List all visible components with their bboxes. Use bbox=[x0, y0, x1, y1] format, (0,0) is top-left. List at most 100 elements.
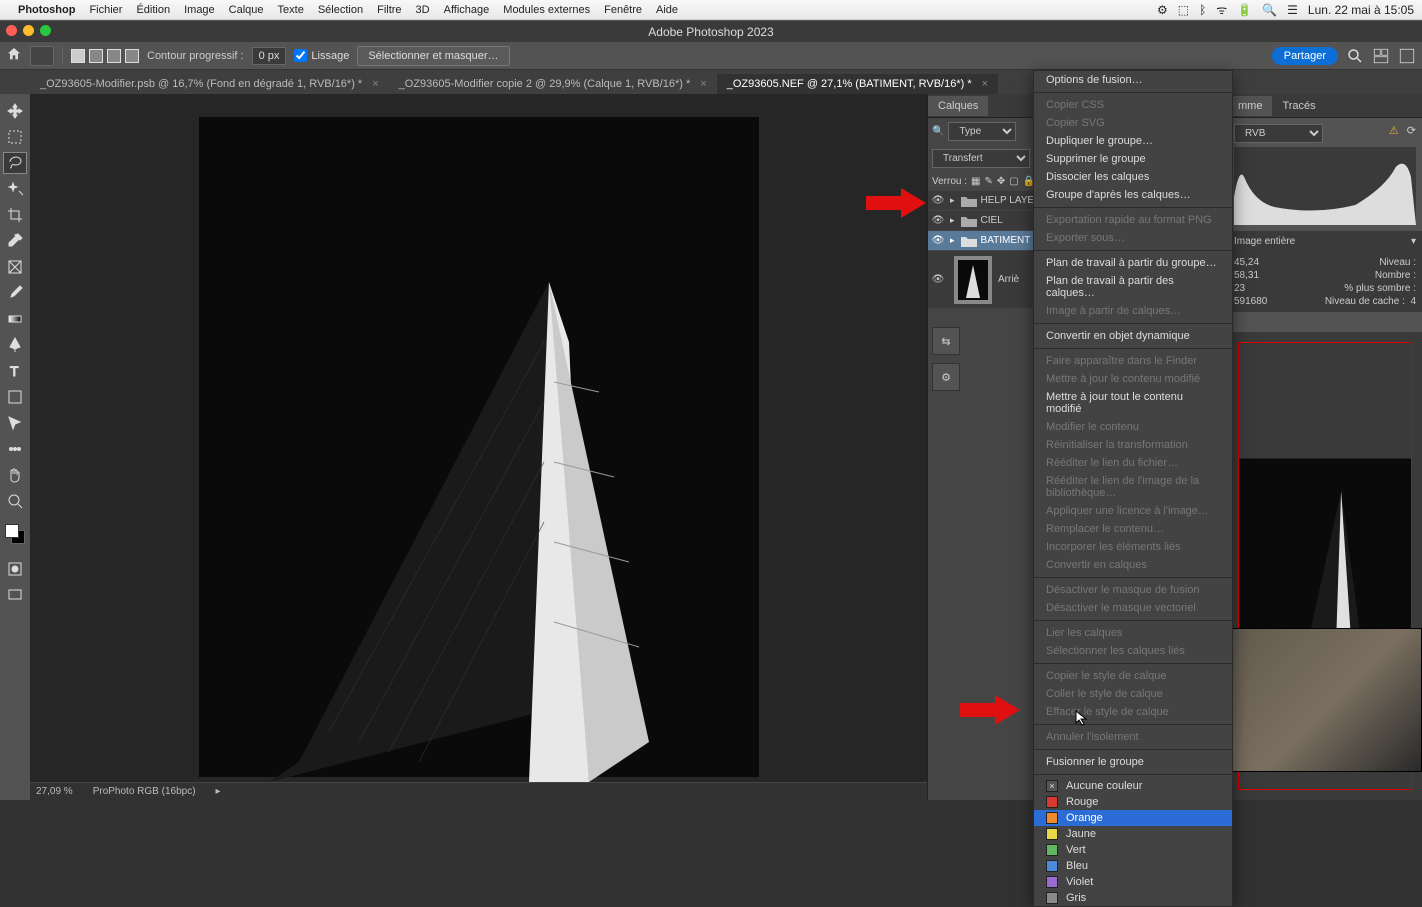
refresh-icon[interactable]: ⟳ bbox=[1407, 124, 1416, 137]
eyedropper-tool[interactable] bbox=[3, 230, 27, 252]
context-color-item[interactable]: Jaune bbox=[1034, 826, 1232, 842]
control-center-icon[interactable]: ☰ bbox=[1287, 3, 1298, 17]
tool-preset-picker[interactable] bbox=[30, 46, 54, 66]
color-profile[interactable]: ProPhoto RGB (16bpc) bbox=[93, 786, 196, 797]
status-icon[interactable]: ⚙︎ bbox=[1157, 3, 1168, 17]
select-and-mask-button[interactable]: Sélectionner et masquer… bbox=[357, 46, 509, 66]
chevron-right-icon[interactable]: ▸ bbox=[950, 195, 955, 206]
hand-tool[interactable] bbox=[3, 464, 27, 486]
document-tab[interactable]: _OZ93605-Modifier copie 2 @ 29,9% (Calqu… bbox=[389, 74, 717, 94]
type-tool[interactable]: T bbox=[3, 360, 27, 382]
context-menu-item[interactable]: Dupliquer le groupe… bbox=[1034, 132, 1232, 150]
selection-new-icon[interactable] bbox=[71, 49, 85, 63]
clock[interactable]: Lun. 22 mai à 15:05 bbox=[1308, 3, 1414, 17]
lock-artboard-icon[interactable]: ▢ bbox=[1009, 176, 1018, 187]
visibility-toggle[interactable]: 👁 bbox=[928, 215, 948, 226]
chevron-down-icon[interactable]: ▾ bbox=[1411, 235, 1416, 248]
home-icon[interactable] bbox=[6, 46, 22, 65]
close-icon[interactable]: × bbox=[700, 78, 706, 90]
fullscreen-icon[interactable] bbox=[1398, 47, 1416, 65]
canvas[interactable] bbox=[30, 94, 927, 800]
lock-position-icon[interactable]: ✥ bbox=[997, 176, 1005, 187]
move-tool[interactable] bbox=[3, 100, 27, 122]
layer-thumbnail[interactable] bbox=[954, 256, 992, 304]
context-color-item[interactable]: Orange bbox=[1034, 810, 1232, 826]
document-tab[interactable]: _OZ93605.NEF @ 27,1% (BATIMENT, RVB/16*)… bbox=[717, 74, 998, 94]
feather-input[interactable]: 0 px bbox=[252, 47, 287, 65]
adjustments-collapsed-icon[interactable]: ⚙ bbox=[932, 363, 960, 391]
layer-name[interactable]: BATIMENT bbox=[981, 235, 1031, 246]
share-button[interactable]: Partager bbox=[1272, 47, 1338, 65]
selection-subtract-icon[interactable] bbox=[107, 49, 121, 63]
marquee-tool[interactable] bbox=[3, 126, 27, 148]
app-name[interactable]: Photoshop bbox=[18, 4, 75, 16]
chevron-right-icon[interactable]: ▸ bbox=[950, 215, 955, 226]
brush-tool[interactable] bbox=[3, 282, 27, 304]
layer-name[interactable]: Arriè bbox=[998, 274, 1019, 285]
context-menu-item[interactable]: Groupe d'après les calques… bbox=[1034, 186, 1232, 204]
properties-collapsed-icon[interactable]: ⇆ bbox=[932, 327, 960, 355]
zoom-level[interactable]: 27,09 % bbox=[36, 786, 73, 797]
selection-add-icon[interactable] bbox=[89, 49, 103, 63]
lock-transparency-icon[interactable]: ▦ bbox=[971, 176, 980, 187]
menu-edit[interactable]: Édition bbox=[136, 4, 170, 16]
chevron-right-icon[interactable]: ▸ bbox=[216, 786, 221, 797]
context-color-item[interactable]: Rouge bbox=[1034, 794, 1232, 810]
menu-3d[interactable]: 3D bbox=[416, 4, 430, 16]
search-icon[interactable]: 🔍 bbox=[1262, 3, 1277, 17]
selection-intersect-icon[interactable] bbox=[125, 49, 139, 63]
menu-window[interactable]: Fenêtre bbox=[604, 4, 642, 16]
search-icon[interactable] bbox=[1346, 47, 1364, 65]
battery-icon[interactable]: 🔋 bbox=[1237, 3, 1252, 17]
wand-tool[interactable] bbox=[3, 178, 27, 200]
menu-layer[interactable]: Calque bbox=[229, 4, 264, 16]
context-menu-item[interactable]: Dissocier les calques bbox=[1034, 168, 1232, 186]
color-swatches[interactable] bbox=[5, 524, 25, 544]
visibility-toggle[interactable]: 👁 bbox=[928, 235, 948, 246]
lasso-tool[interactable] bbox=[3, 152, 27, 174]
bluetooth-icon[interactable]: ᛒ bbox=[1199, 3, 1206, 17]
shape-tool[interactable] bbox=[3, 386, 27, 408]
crop-tool[interactable] bbox=[3, 204, 27, 226]
frame-tool[interactable] bbox=[3, 256, 27, 278]
menu-help[interactable]: Aide bbox=[656, 4, 678, 16]
zoom-tool[interactable] bbox=[3, 490, 27, 512]
close-window[interactable] bbox=[6, 25, 17, 36]
quick-mask-tool[interactable] bbox=[3, 558, 27, 580]
status-icon[interactable]: ⬚ bbox=[1178, 3, 1189, 17]
context-color-item[interactable]: Vert bbox=[1034, 842, 1232, 858]
context-menu-item[interactable]: Plan de travail à partir du groupe… bbox=[1034, 254, 1232, 272]
context-menu-item[interactable]: Options de fusion… bbox=[1034, 71, 1232, 89]
context-color-item[interactable]: Bleu bbox=[1034, 858, 1232, 874]
tab-histogram[interactable]: mme bbox=[1228, 96, 1272, 116]
gradient-tool[interactable] bbox=[3, 308, 27, 330]
menu-plugins[interactable]: Modules externes bbox=[503, 4, 590, 16]
tab-layers[interactable]: Calques bbox=[928, 96, 988, 116]
context-color-item[interactable]: Violet bbox=[1034, 874, 1232, 890]
close-icon[interactable]: × bbox=[372, 78, 378, 90]
wifi-icon[interactable]: ᯤ bbox=[1216, 1, 1227, 18]
context-menu-item[interactable]: Supprimer le groupe bbox=[1034, 150, 1232, 168]
context-menu-item[interactable]: Fusionner le groupe bbox=[1034, 753, 1232, 771]
document-tab[interactable]: _OZ93605-Modifier.psb @ 16,7% (Fond en d… bbox=[30, 74, 389, 94]
warning-icon[interactable]: ⚠ bbox=[1389, 124, 1399, 137]
lock-pixels-icon[interactable]: ✎ bbox=[984, 176, 992, 187]
context-menu-item[interactable]: Convertir en objet dynamique bbox=[1034, 327, 1232, 345]
edit-toolbar-tool[interactable] bbox=[3, 438, 27, 460]
tab-paths[interactable]: Tracés bbox=[1272, 96, 1325, 116]
maximize-window[interactable] bbox=[40, 25, 51, 36]
menu-image[interactable]: Image bbox=[184, 4, 215, 16]
chevron-right-icon[interactable]: ▸ bbox=[950, 235, 955, 246]
minimize-window[interactable] bbox=[23, 25, 34, 36]
pen-tool[interactable] bbox=[3, 334, 27, 356]
menu-selection[interactable]: Sélection bbox=[318, 4, 363, 16]
context-menu-item[interactable]: Plan de travail à partir des calques… bbox=[1034, 272, 1232, 302]
context-menu-item[interactable]: Mettre à jour tout le contenu modifié bbox=[1034, 388, 1232, 418]
antialias-checkbox[interactable]: Lissage bbox=[294, 49, 349, 62]
menu-text[interactable]: Texte bbox=[278, 4, 304, 16]
path-selection-tool[interactable] bbox=[3, 412, 27, 434]
visibility-toggle[interactable]: 👁 bbox=[928, 274, 948, 285]
histogram-channel-select[interactable]: RVB bbox=[1234, 124, 1323, 143]
tile-icon[interactable] bbox=[1372, 47, 1390, 65]
layer-kind-filter[interactable]: Type bbox=[948, 122, 1016, 141]
